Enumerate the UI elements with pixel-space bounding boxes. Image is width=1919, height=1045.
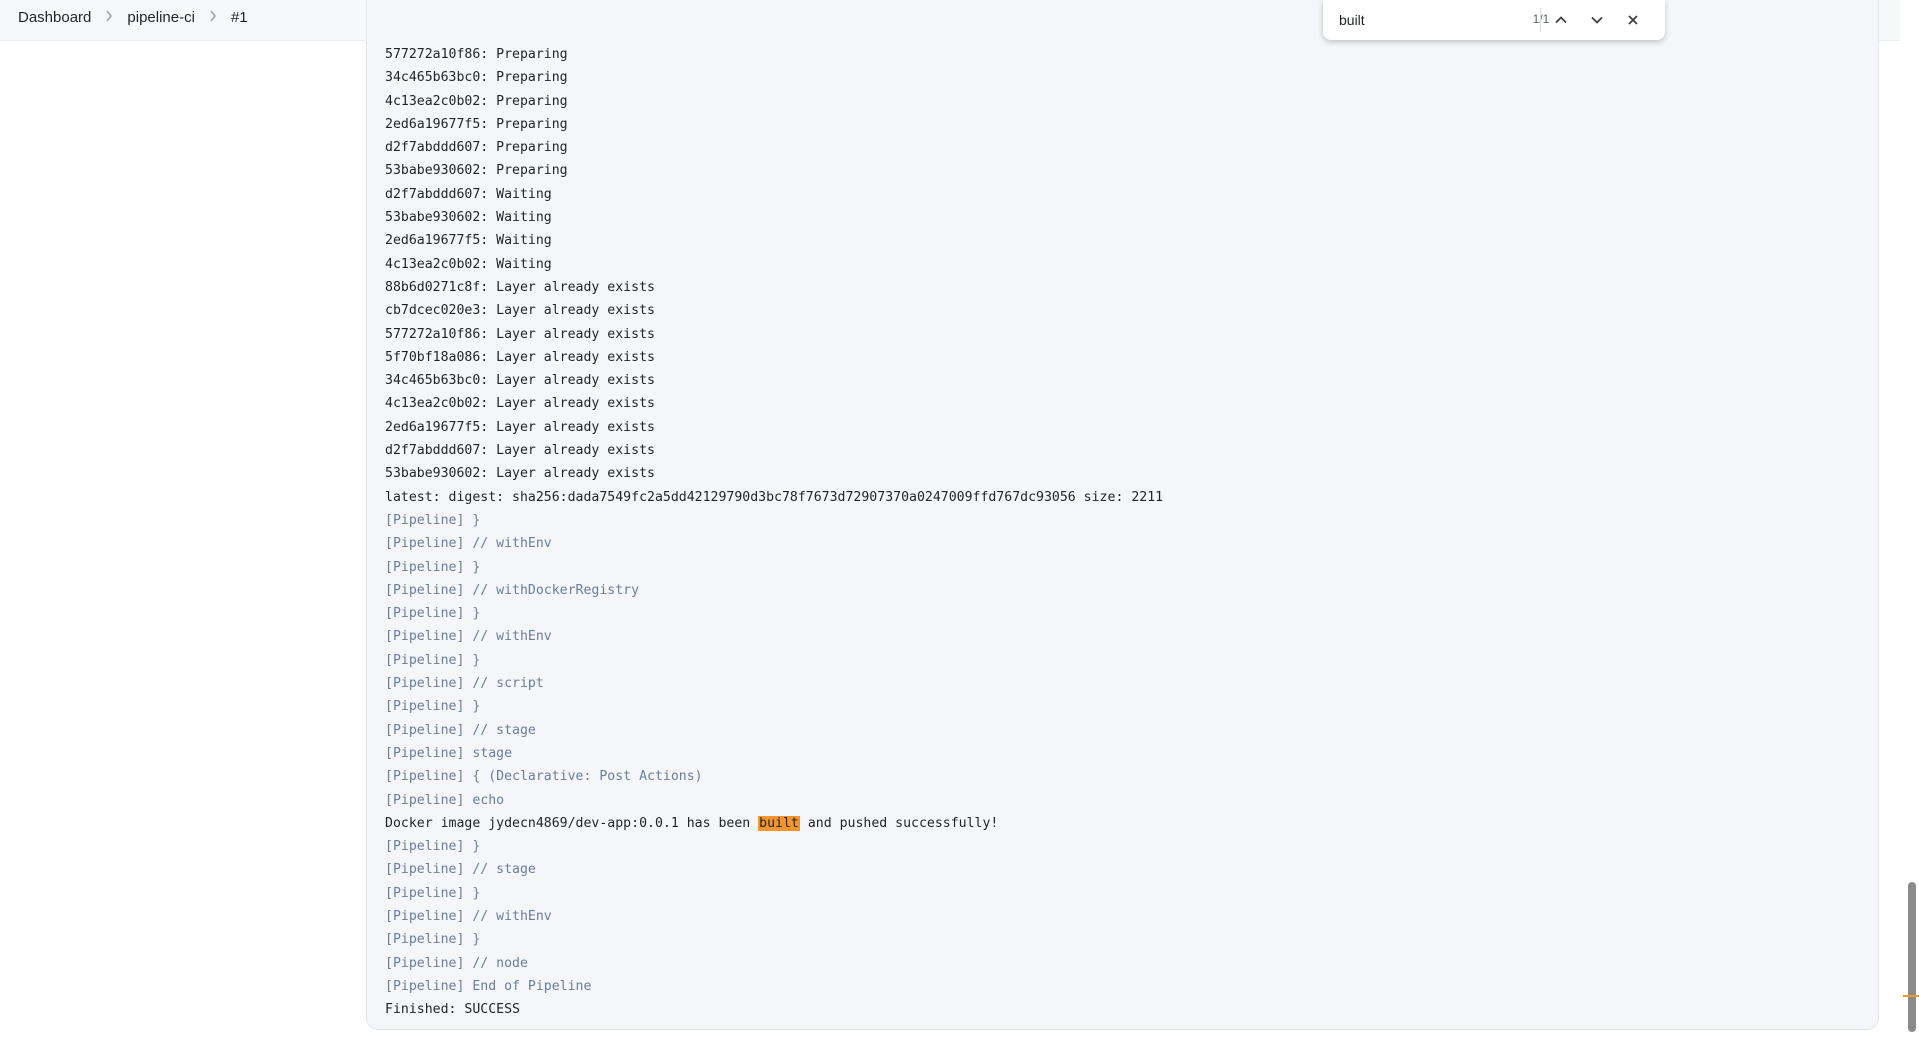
pipeline-step-line: [Pipeline] // withEnv — [385, 908, 552, 924]
breadcrumb-pipeline-ci[interactable]: pipeline-ci — [127, 9, 195, 26]
console-output-line: 4c13ea2c0b02: Layer already exists — [385, 396, 655, 412]
pipeline-step-line: [Pipeline] } — [385, 839, 481, 855]
chevron-up-icon — [1555, 16, 1567, 24]
pipeline-step-line: [Pipeline] } — [385, 885, 481, 901]
console-output-line: 34c465b63bc0: Preparing — [385, 70, 568, 86]
close-icon — [1628, 15, 1638, 25]
breadcrumb-dashboard[interactable]: Dashboard — [18, 9, 91, 26]
console-output-line: 577272a10f86: Layer already exists — [385, 326, 655, 342]
console-output-line: 53babe930602: Preparing — [385, 163, 568, 179]
scrollbar-thumb[interactable] — [1908, 882, 1916, 1032]
console-output-line: d2f7abddd607: Preparing — [385, 140, 568, 156]
console-output-line: 2ed6a19677f5: Waiting — [385, 233, 552, 249]
chevron-right-icon — [105, 10, 113, 25]
console-output-line: 2ed6a19677f5: Layer already exists — [385, 419, 655, 435]
console-output-line: cb7dcec020e3: Layer already exists — [385, 303, 655, 319]
console-output-line: Finished: SUCCESS — [385, 1002, 520, 1018]
pipeline-step-line: [Pipeline] End of Pipeline — [385, 978, 592, 994]
pipeline-step-line: [Pipeline] { (Declarative: Post Actions) — [385, 769, 703, 785]
console-output-line: 577272a10f86: Preparing — [385, 47, 568, 62]
find-input[interactable] — [1337, 6, 1491, 34]
find-previous-button[interactable] — [1547, 6, 1575, 34]
pipeline-step-line: [Pipeline] } — [385, 932, 481, 948]
search-highlight: built — [758, 815, 800, 831]
chevron-right-icon — [209, 10, 217, 25]
pipeline-step-line: [Pipeline] } — [385, 559, 481, 575]
pipeline-step-line: [Pipeline] // stage — [385, 862, 536, 878]
breadcrumb-build-number[interactable]: #1 — [231, 9, 248, 26]
console-output-line: 53babe930602: Waiting — [385, 210, 552, 226]
console-log: 577272a10f86: Preparing 34c465b63bc0: Pre… — [385, 43, 1163, 1021]
find-match-marker — [1903, 995, 1919, 997]
pipeline-step-line: [Pipeline] echo — [385, 792, 505, 808]
pipeline-step-line: [Pipeline] stage — [385, 745, 513, 761]
console-output-panel: 577272a10f86: Preparing 34c465b63bc0: Pre… — [366, 0, 1879, 1030]
pipeline-step-line: [Pipeline] } — [385, 652, 481, 668]
pipeline-step-line: [Pipeline] } — [385, 606, 481, 622]
find-in-page-bar: 1/1 — [1323, 0, 1665, 40]
find-divider — [1540, 8, 1541, 32]
console-output-line: 5f70bf18a086: Layer already exists — [385, 349, 655, 365]
console-output-line: 4c13ea2c0b02: Waiting — [385, 256, 552, 272]
console-output-line: 4c13ea2c0b02: Preparing — [385, 93, 568, 109]
console-output-line: d2f7abddd607: Waiting — [385, 186, 552, 202]
pipeline-step-line: [Pipeline] } — [385, 512, 481, 528]
breadcrumb: Dashboard pipeline-ci #1 — [18, 9, 248, 26]
chevron-down-icon — [1591, 16, 1603, 24]
console-output-line: 88b6d0271c8f: Layer already exists — [385, 279, 655, 295]
pipeline-step-line: [Pipeline] } — [385, 699, 481, 715]
console-output-line: 2ed6a19677f5: Preparing — [385, 116, 568, 132]
find-close-button[interactable] — [1619, 6, 1647, 34]
find-next-button[interactable] — [1583, 6, 1611, 34]
console-output-line: 34c465b63bc0: Layer already exists — [385, 373, 655, 389]
pipeline-step-line: [Pipeline] // withEnv — [385, 629, 552, 645]
console-output-line: d2f7abddd607: Layer already exists — [385, 443, 655, 459]
console-output-line: latest: digest: sha256:dada7549fc2a5dd42… — [385, 489, 1164, 505]
console-output-line: Docker image jydecn4869/dev-app:0.0.1 ha… — [385, 815, 999, 831]
pipeline-step-line: [Pipeline] // withEnv — [385, 536, 552, 552]
pipeline-step-line: [Pipeline] // node — [385, 955, 528, 971]
pipeline-step-line: [Pipeline] // withDockerRegistry — [385, 582, 640, 598]
console-output-line: 53babe930602: Layer already exists — [385, 466, 655, 482]
pipeline-step-line: [Pipeline] // stage — [385, 722, 536, 738]
pipeline-step-line: [Pipeline] // script — [385, 676, 544, 692]
